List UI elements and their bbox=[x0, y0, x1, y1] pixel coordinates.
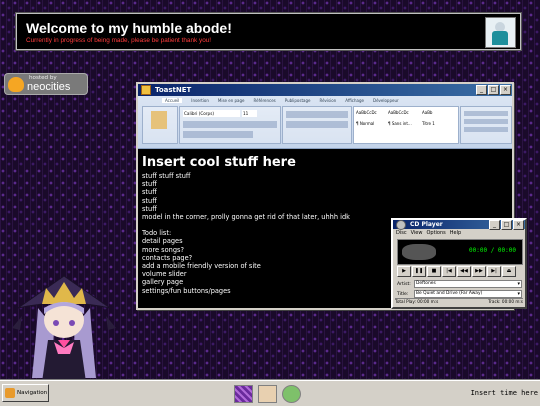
cd-player-window: CD Player _ □ × Disc View Options Help 0… bbox=[391, 218, 527, 309]
ribbon-tab[interactable]: Insertion bbox=[191, 98, 209, 103]
cd-controls: ▶ ❚❚ ■ |◀ ◀◀ ▶▶ ▶| ⏏ bbox=[397, 266, 516, 277]
page-title: Welcome to my humble abode! bbox=[26, 20, 232, 36]
styles-group: AaBbCcDc AaBbCcDc AaBb ¶ Normal ¶ Sans i… bbox=[353, 106, 459, 144]
notepad-icon[interactable] bbox=[258, 385, 277, 403]
word-ribbon: Accueil Insertion Mise en page Référence… bbox=[138, 96, 512, 149]
maximize-button[interactable]: □ bbox=[488, 85, 499, 95]
taskbar: Navigation Insert time here bbox=[0, 380, 540, 406]
cd-close-button[interactable]: × bbox=[513, 219, 524, 230]
cd-menu: Disc View Options Help bbox=[393, 229, 525, 237]
style-preview[interactable]: AaBb bbox=[422, 110, 452, 115]
neocities-cat-icon bbox=[8, 77, 24, 92]
background-pattern-icon[interactable] bbox=[234, 385, 253, 403]
content-line: stuff bbox=[142, 196, 157, 205]
clock-text: Insert time here bbox=[470, 389, 538, 397]
content-line: stuff bbox=[142, 204, 157, 213]
paragraph-group bbox=[282, 106, 352, 144]
menu-help[interactable]: Help bbox=[450, 230, 461, 236]
content-line: stuff bbox=[142, 180, 157, 189]
cd-title: CD Player bbox=[410, 221, 443, 228]
font-group: Calibri (Corps) 11 bbox=[179, 106, 281, 144]
cd-display: 00:00 / 00:00 bbox=[397, 239, 523, 265]
cd-maximize-button[interactable]: □ bbox=[501, 219, 512, 230]
menu-view[interactable]: View bbox=[411, 230, 423, 236]
cd-titlebar[interactable]: CD Player _ □ × bbox=[393, 219, 525, 230]
ribbon-tab[interactable]: Accueil bbox=[162, 98, 183, 103]
cd-icon bbox=[396, 219, 406, 230]
stop-icon[interactable]: ■ bbox=[427, 266, 441, 277]
font-name-box[interactable]: Calibri (Corps) bbox=[183, 110, 240, 117]
menu-disc[interactable]: Disc bbox=[396, 230, 407, 236]
style-name: Titre 1 bbox=[422, 121, 435, 126]
content-line: stuff stuff stuff bbox=[142, 172, 191, 180]
ribbon-tab[interactable]: Affichage bbox=[345, 98, 364, 103]
rewind-icon[interactable]: ◀◀ bbox=[457, 266, 471, 277]
menu-options[interactable]: Options bbox=[426, 230, 445, 236]
track-time: Track: 00:00 m:s bbox=[488, 299, 523, 304]
pause-icon[interactable]: ❚❚ bbox=[412, 266, 426, 277]
ribbon-tabs: Accueil Insertion Mise en page Référence… bbox=[138, 96, 512, 103]
toast-icon bbox=[141, 85, 151, 95]
play-icon[interactable]: ▶ bbox=[397, 266, 411, 277]
disc-icon bbox=[402, 244, 436, 260]
welcome-banner: Welcome to my humble abode! Currently in… bbox=[15, 12, 522, 51]
fast-forward-icon[interactable]: ▶▶ bbox=[472, 266, 486, 277]
title-field: Title: Be Quiet and Drive (Far Away) bbox=[397, 290, 522, 298]
witch-girl-model bbox=[12, 275, 116, 382]
content-line: stuff bbox=[142, 188, 157, 197]
minimize-button[interactable]: _ bbox=[476, 85, 487, 95]
navigation-label: Navigation bbox=[17, 390, 48, 396]
eject-icon[interactable]: ⏏ bbox=[502, 266, 516, 277]
clipboard-group bbox=[142, 106, 178, 144]
title-label: Title: bbox=[397, 291, 409, 297]
style-preview[interactable]: AaBbCcDc bbox=[388, 110, 418, 115]
navigation-button[interactable]: Navigation bbox=[2, 384, 49, 402]
style-name: ¶ Sans int... bbox=[388, 121, 412, 126]
font-size-box[interactable]: 11 bbox=[242, 110, 257, 117]
close-button[interactable]: × bbox=[500, 85, 511, 95]
cd-time: 00:00 / 00:00 bbox=[469, 247, 516, 254]
editing-group bbox=[460, 106, 512, 144]
next-track-icon[interactable]: ▶| bbox=[487, 266, 501, 277]
ribbon-tab[interactable]: Développeur bbox=[373, 98, 399, 103]
artist-select[interactable]: Deftones bbox=[414, 280, 522, 288]
artist-label: Artist: bbox=[397, 281, 411, 287]
ribbon-tab[interactable]: Références bbox=[254, 98, 276, 103]
ribbon-tab[interactable]: Révision bbox=[319, 98, 336, 103]
cd-minimize-button[interactable]: _ bbox=[489, 219, 500, 230]
style-name: ¶ Normal bbox=[356, 121, 375, 126]
ribbon-tab[interactable]: Mise en page bbox=[218, 98, 245, 103]
content-heading: Insert cool stuff here bbox=[142, 155, 296, 170]
artist-field: Artist: Deftones bbox=[397, 280, 522, 288]
cd-status-bar: Total Play: 00:00 m:s Track: 00:00 m:s bbox=[395, 298, 523, 306]
prev-track-icon[interactable]: |◀ bbox=[442, 266, 456, 277]
toast-icon bbox=[5, 388, 15, 398]
page-subtitle: Currently in progress of being made, ple… bbox=[26, 37, 212, 44]
total-play: Total Play: 00:00 m:s bbox=[395, 299, 439, 304]
style-preview[interactable]: AaBbCcDc bbox=[356, 110, 386, 115]
track-select[interactable]: Be Quiet and Drive (Far Away) bbox=[414, 290, 522, 298]
neocities-label: neocities bbox=[27, 81, 71, 93]
ribbon-tab[interactable]: Publipostage bbox=[285, 98, 311, 103]
globe-icon[interactable] bbox=[282, 385, 301, 403]
neocities-badge[interactable]: hosted by neocities bbox=[4, 73, 88, 95]
window-title: ToastNET bbox=[155, 86, 192, 94]
avatar bbox=[485, 17, 516, 48]
window-titlebar[interactable]: ToastNET _ □ × bbox=[138, 84, 512, 96]
